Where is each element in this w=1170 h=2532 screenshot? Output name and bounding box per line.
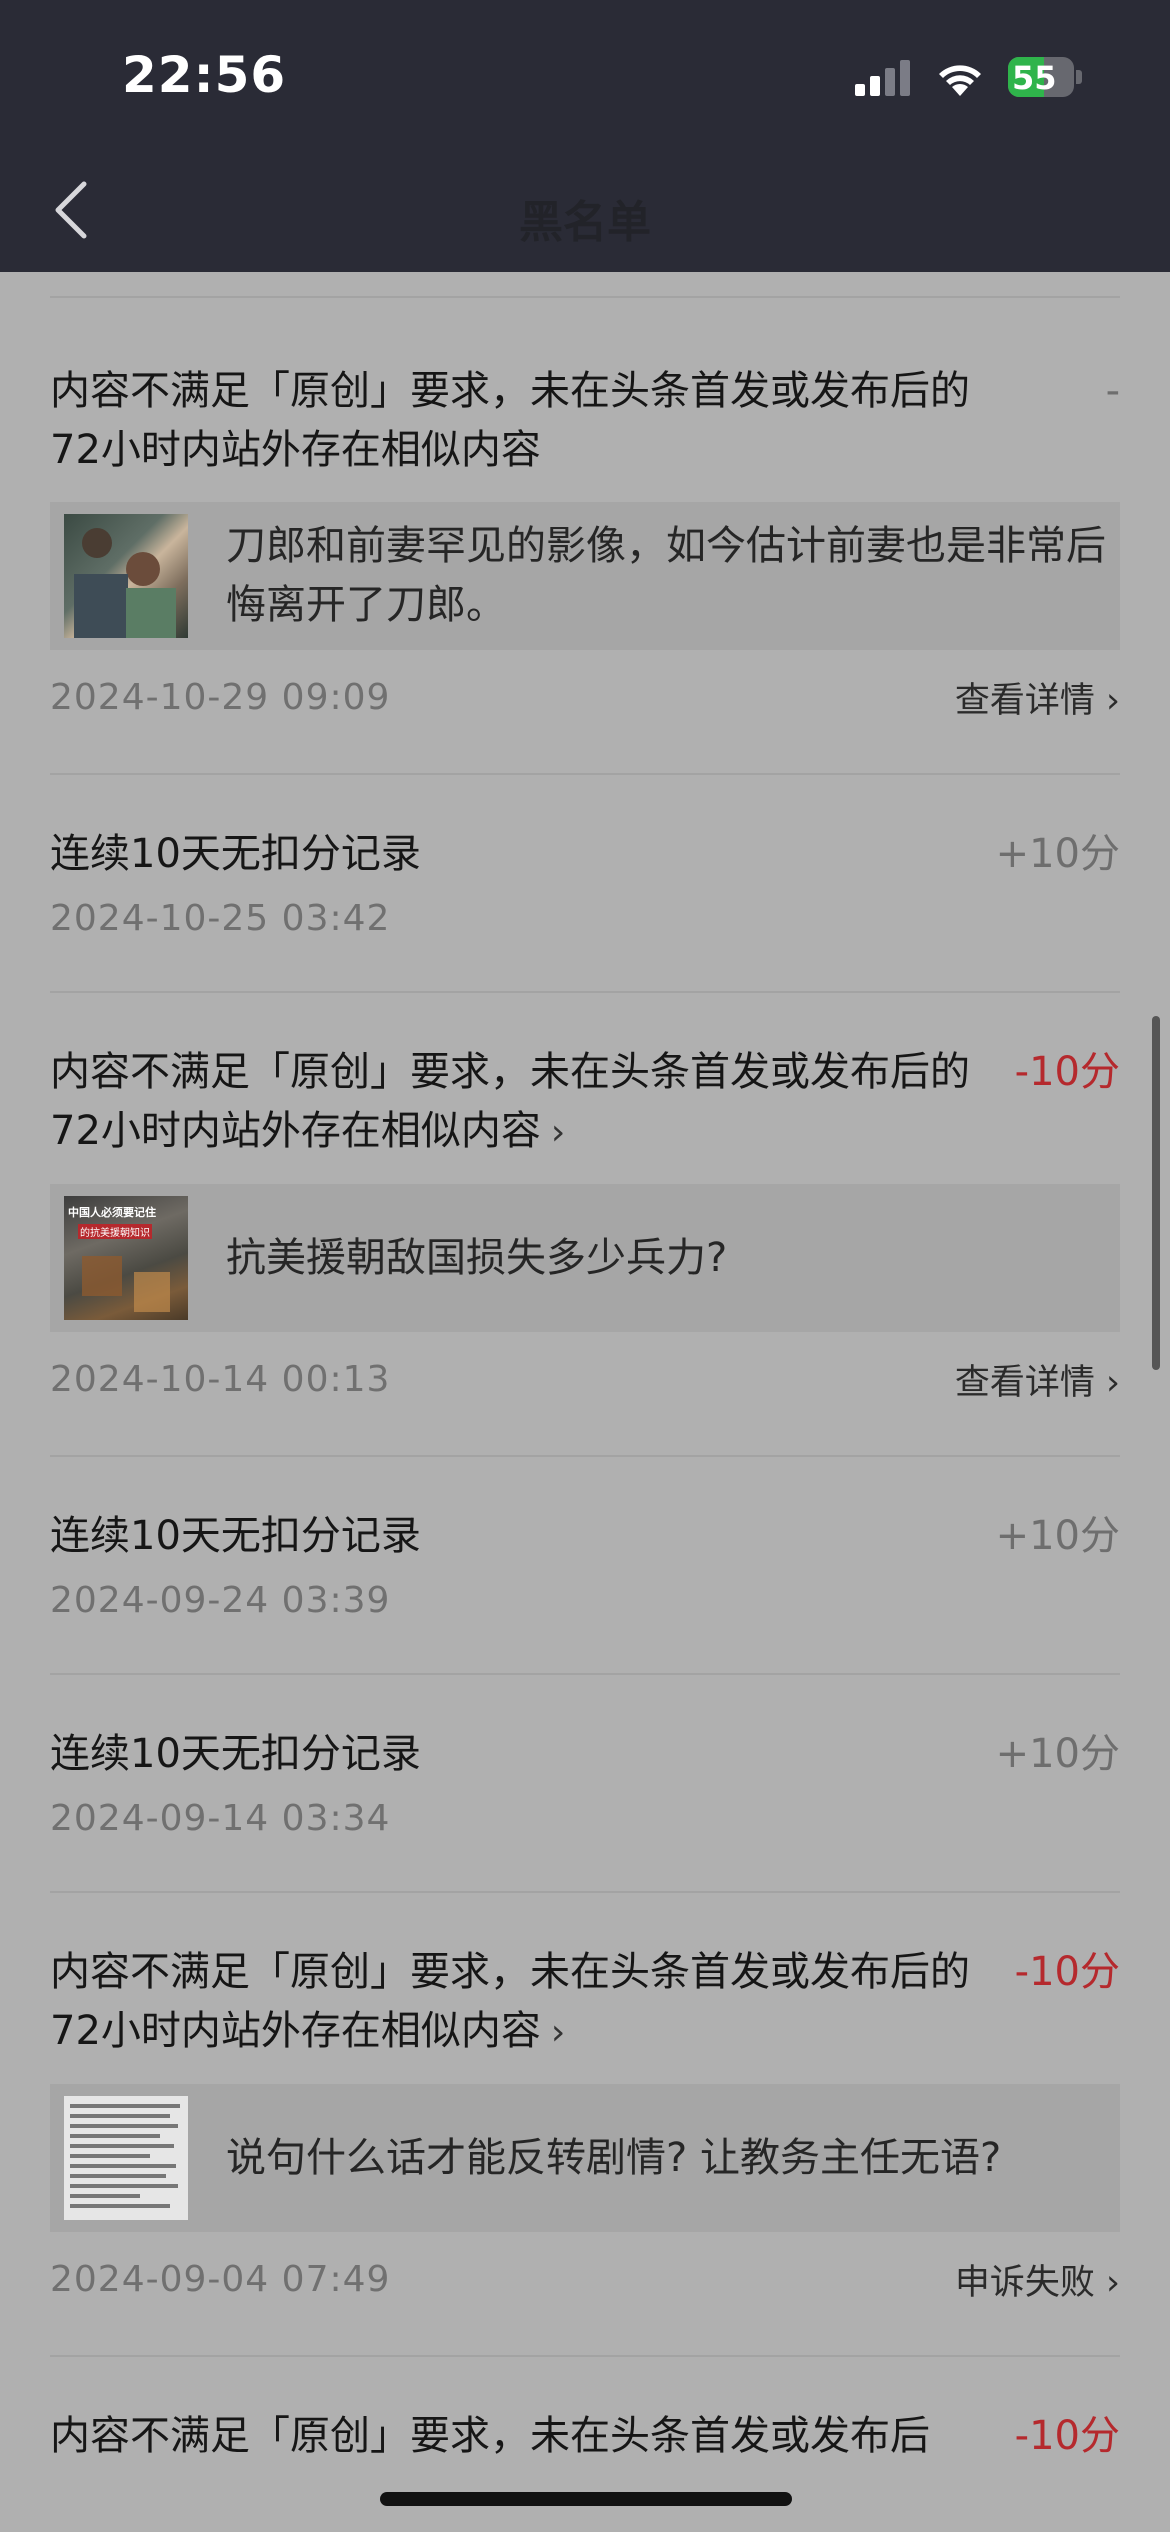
battery-icon: 55 bbox=[1008, 57, 1084, 97]
article-title: 抗美援朝敌国损失多少兵力? bbox=[226, 1234, 728, 1281]
score-record-list: 内容不满足「原创」要求，未在头条首发或发布后的72小时内站外存在相似内容 - 刀… bbox=[0, 272, 1170, 2516]
navigation-bar: 黑名单 bbox=[0, 150, 1170, 272]
list-item: 内容不满足「原创」要求，未在头条首发或发布后的72小时内站外存在相似内容 - 刀… bbox=[50, 298, 1120, 775]
battery-percent: 55 bbox=[1012, 59, 1057, 97]
score-change: -10分 bbox=[1014, 1949, 1120, 1995]
status-bar: 22:56 55 bbox=[0, 0, 1170, 150]
record-date: 2024-09-04 07:49 bbox=[50, 2259, 391, 2300]
score-change: +10分 bbox=[995, 831, 1120, 877]
article-thumbnail bbox=[64, 2096, 188, 2220]
score-change: - bbox=[1105, 368, 1120, 414]
wifi-icon bbox=[939, 65, 981, 96]
article-card[interactable]: 说句什么话才能反转剧情? 让教务主任无语? bbox=[50, 2084, 1120, 2232]
chevron-right-icon: › bbox=[1094, 1363, 1120, 1403]
record-date: 2024-10-25 03:42 bbox=[50, 898, 391, 939]
record-date: 2024-10-14 00:13 bbox=[50, 1359, 391, 1400]
score-change: +10分 bbox=[995, 1731, 1120, 1777]
record-description: 连续10天无扣分记录 bbox=[50, 831, 421, 877]
chevron-right-icon: › bbox=[550, 1112, 566, 1153]
scrollbar[interactable] bbox=[1152, 1016, 1160, 1370]
appeal-status-link[interactable]: 申诉失败 › bbox=[955, 2254, 1120, 2305]
chevron-right-icon: › bbox=[1094, 681, 1120, 721]
record-description: 内容不满足「原创」要求，未在头条首发或发布后的72小时内站外存在相似内容 bbox=[50, 368, 970, 473]
view-details-link[interactable]: 查看详情 › bbox=[955, 672, 1120, 723]
cellular-signal-icon bbox=[855, 60, 911, 96]
score-change: -10分 bbox=[1014, 2413, 1120, 2459]
article-card[interactable]: 中国人必须要记住 的抗美援朝知识 抗美援朝敌国损失多少兵力? bbox=[50, 1184, 1120, 1332]
article-title: 说句什么话才能反转剧情? 让教务主任无语? bbox=[226, 2134, 1002, 2181]
score-change: +10分 bbox=[995, 1513, 1120, 1559]
record-description: 连续10天无扣分记录 bbox=[50, 1513, 421, 1559]
record-description: 内容不满足「原创」要求，未在头条首发或发布后 bbox=[50, 2413, 930, 2459]
record-date: 2024-10-29 09:09 bbox=[50, 677, 391, 718]
score-change: -10分 bbox=[1014, 1049, 1120, 1095]
list-item: 连续10天无扣分记录 +10分 2024-09-24 03:39 bbox=[50, 1457, 1120, 1675]
view-details-link[interactable]: 查看详情 › bbox=[955, 1354, 1120, 1405]
list-item: 连续10天无扣分记录 +10分 2024-09-14 03:34 bbox=[50, 1675, 1120, 1893]
chevron-right-icon: › bbox=[550, 2012, 566, 2053]
page-title: 黑名单 bbox=[519, 197, 651, 248]
article-title: 刀郎和前妻罕见的影像，如今估计前妻也是非常后悔离开了刀郎。 bbox=[226, 523, 1106, 628]
record-date: 2024-09-24 03:39 bbox=[50, 1580, 391, 1621]
list-item: 内容不满足「原创」要求，未在头条首发或发布后的72小时内站外存在相似内容 › -1… bbox=[50, 1893, 1120, 2357]
record-date: 2024-09-14 03:34 bbox=[50, 1798, 391, 1839]
list-item: 连续10天无扣分记录 +10分 2024-10-25 03:42 bbox=[50, 775, 1120, 993]
status-time: 22:56 bbox=[122, 46, 287, 104]
article-thumbnail bbox=[64, 514, 188, 638]
chevron-right-icon: › bbox=[1094, 2263, 1120, 2303]
list-item: 内容不满足「原创」要求，未在头条首发或发布后的72小时内站外存在相似内容 › -1… bbox=[50, 993, 1120, 1457]
home-indicator[interactable] bbox=[380, 2492, 792, 2506]
article-card[interactable]: 刀郎和前妻罕见的影像，如今估计前妻也是非常后悔离开了刀郎。 bbox=[50, 502, 1120, 650]
record-description[interactable]: 内容不满足「原创」要求，未在头条首发或发布后的72小时内站外存在相似内容 › bbox=[50, 1043, 990, 1162]
article-thumbnail: 中国人必须要记住 的抗美援朝知识 bbox=[64, 1196, 188, 1320]
record-description: 连续10天无扣分记录 bbox=[50, 1731, 421, 1777]
record-description[interactable]: 内容不满足「原创」要求，未在头条首发或发布后的72小时内站外存在相似内容 › bbox=[50, 1943, 990, 2062]
